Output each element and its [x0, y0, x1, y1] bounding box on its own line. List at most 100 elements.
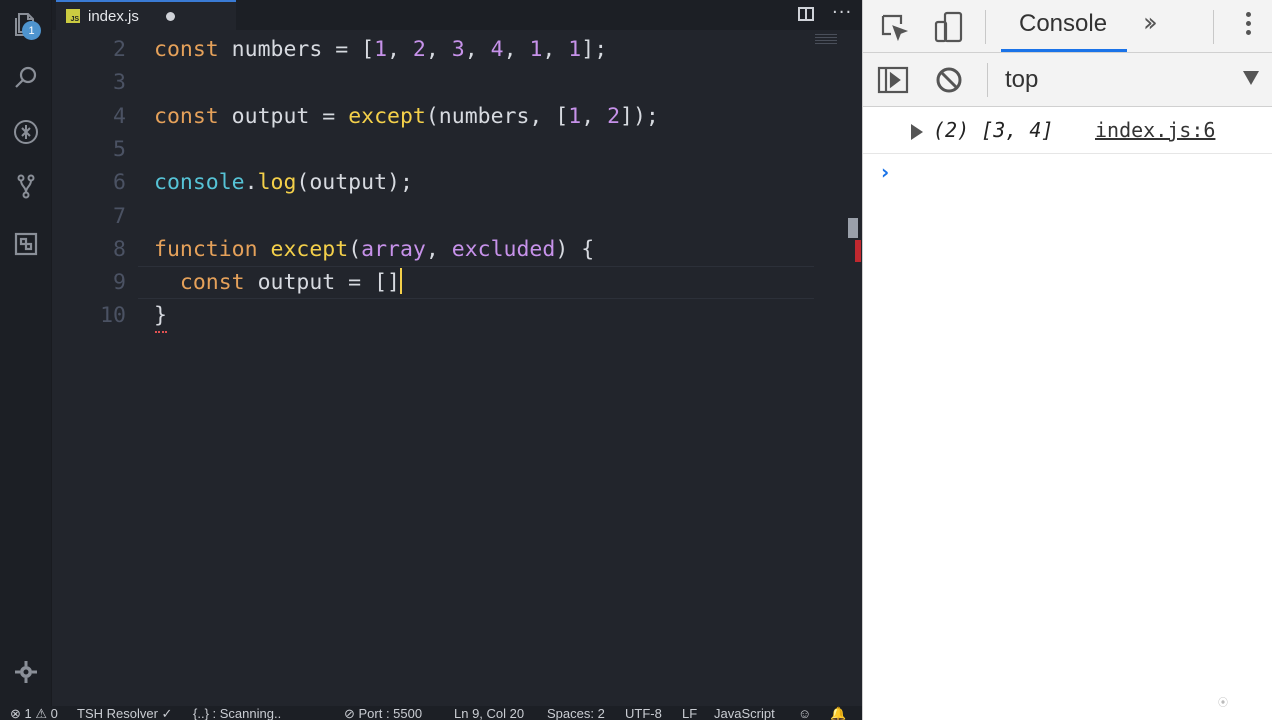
inspect-element-icon[interactable]: [879, 12, 909, 42]
console-source-link[interactable]: index.js:6: [1095, 118, 1215, 142]
code-area[interactable]: 2 const numbers = [1, 2, 3, 4, 1, 1]; 3 4 co…: [52, 30, 862, 706]
js-file-icon: JS: [66, 9, 80, 23]
code-token: ,: [425, 37, 452, 62]
code-token: 4: [490, 37, 504, 62]
execution-context-selector[interactable]: top: [1005, 66, 1038, 94]
line-number: 3: [113, 70, 126, 96]
code-token: ];: [581, 37, 608, 62]
status-indentation[interactable]: Spaces: 2: [547, 706, 605, 720]
code-token: log: [257, 170, 297, 196]
code-editor: 1 JS index.js ··· 2 const numbers = [1, 2…: [0, 0, 862, 720]
code-token: except: [270, 236, 349, 262]
code-text: function except(array, excluded) {: [154, 233, 594, 266]
code-token: function: [154, 236, 258, 262]
status-encoding[interactable]: UTF-8: [625, 706, 662, 720]
code-token: 1: [568, 37, 582, 62]
code-text: const output = []: [154, 266, 402, 299]
code-token: console: [154, 170, 245, 196]
scrollbar-error-marker: [855, 240, 861, 262]
console-prompt-icon[interactable]: ›: [881, 160, 889, 184]
code-token: except: [348, 103, 426, 129]
devtools-menu-icon[interactable]: [1246, 12, 1252, 39]
code-token: ,: [464, 37, 491, 62]
code-line[interactable]: 4 const output = except(numbers, [1, 2]);: [52, 100, 862, 133]
settings-gear-icon[interactable]: [10, 656, 42, 688]
code-line[interactable]: 10}: [52, 299, 862, 332]
line-number: 7: [113, 203, 126, 229]
watermark-logo: ⦿: [1218, 698, 1228, 709]
source-control-icon[interactable]: [10, 170, 42, 202]
split-editor-icon[interactable]: [797, 5, 815, 23]
status-problems[interactable]: ⊗ 1 ⚠ 0: [10, 706, 58, 720]
expand-triangle-icon[interactable]: [911, 124, 923, 140]
code-text: }: [154, 299, 167, 332]
activity-bar: 1: [0, 0, 52, 706]
line-number: 2: [113, 37, 126, 62]
code-token: (output);: [296, 170, 413, 196]
code-line[interactable]: 6 console.log(output);: [52, 166, 862, 199]
tab-console[interactable]: Console: [1019, 10, 1107, 38]
code-token: 1: [568, 103, 582, 129]
status-scanning[interactable]: {..} : Scanning..: [193, 706, 281, 720]
code-token: const: [154, 37, 219, 62]
console-message[interactable]: (2) [3, 4] index.js:6: [863, 108, 1272, 154]
status-bar: ⊗ 1 ⚠ 0 TSH Resolver ✓ {..} : Scanning..…: [0, 706, 862, 720]
feedback-smiley-icon[interactable]: ☺: [798, 706, 811, 720]
devtools-toolbar: Console ››: [863, 0, 1272, 53]
extensions-icon[interactable]: [10, 228, 42, 260]
code-token: (: [348, 236, 362, 262]
code-text: console.log(output);: [154, 166, 413, 199]
code-text: const numbers = [1, 2, 3, 4, 1, 1];: [154, 33, 607, 66]
minimap[interactable]: [815, 34, 837, 46]
code-token: (numbers, [: [425, 103, 569, 129]
code-line[interactable]: 2 const numbers = [1, 2, 3, 4, 1, 1];: [52, 33, 862, 66]
tab-index-js[interactable]: JS index.js: [56, 0, 236, 30]
code-token: array: [361, 236, 426, 262]
line-number: 4: [113, 103, 126, 129]
status-language[interactable]: JavaScript: [714, 706, 775, 720]
line-number: 6: [113, 170, 126, 196]
status-port[interactable]: ⊘ Port : 5500: [344, 706, 422, 720]
context-dropdown-caret-icon[interactable]: [1243, 71, 1259, 85]
code-line[interactable]: 3: [52, 66, 862, 99]
status-eol[interactable]: LF: [682, 706, 697, 720]
more-tabs-chevron-icon[interactable]: ››: [1143, 8, 1158, 38]
line-number: 10: [100, 303, 126, 329]
code-line[interactable]: 7: [52, 200, 862, 233]
code-token: numbers = [: [218, 37, 375, 62]
device-toolbar-icon[interactable]: [933, 10, 965, 44]
code-text: const output = except(numbers, [1, 2]);: [154, 100, 659, 133]
text-cursor: [399, 268, 402, 295]
search-icon[interactable]: [10, 62, 42, 94]
code-line[interactable]: 9 const output = []: [52, 266, 862, 300]
code-token: .: [244, 170, 258, 196]
show-sidebar-icon[interactable]: [877, 66, 909, 94]
console-value[interactable]: (2) [3, 4]: [933, 118, 1053, 142]
explorer-badge: 1: [22, 21, 41, 40]
notifications-bell-icon[interactable]: 🔔: [830, 706, 846, 720]
code-line[interactable]: 5: [52, 133, 862, 166]
code-token: const: [154, 103, 219, 129]
status-cursor-position[interactable]: Ln 9, Col 20: [454, 706, 524, 720]
code-token: ,: [542, 37, 569, 62]
error-squiggle: [155, 330, 167, 333]
clear-console-icon[interactable]: [935, 66, 963, 94]
code-token: }: [154, 303, 167, 329]
editor-tab-bar: JS index.js ···: [52, 0, 862, 30]
code-token: excluded: [451, 236, 556, 262]
active-tab-indicator: [1001, 49, 1127, 52]
line-number: 5: [113, 136, 126, 162]
code-line[interactable]: 8 function except(array, excluded) {: [52, 233, 862, 266]
console-filter-bar: top: [863, 53, 1272, 107]
toolbar-separator: [1213, 10, 1214, 44]
code-token: const: [179, 270, 245, 296]
more-actions-icon[interactable]: ···: [832, 2, 852, 23]
code-token: output = []: [244, 270, 400, 296]
status-tsh-resolver[interactable]: TSH Resolver ✓: [77, 706, 172, 720]
debug-icon[interactable]: [10, 116, 42, 148]
unsaved-dot-icon[interactable]: [166, 12, 175, 21]
code-token: 1: [529, 37, 543, 62]
toolbar-separator: [985, 10, 986, 44]
tab-label: index.js: [88, 7, 139, 25]
